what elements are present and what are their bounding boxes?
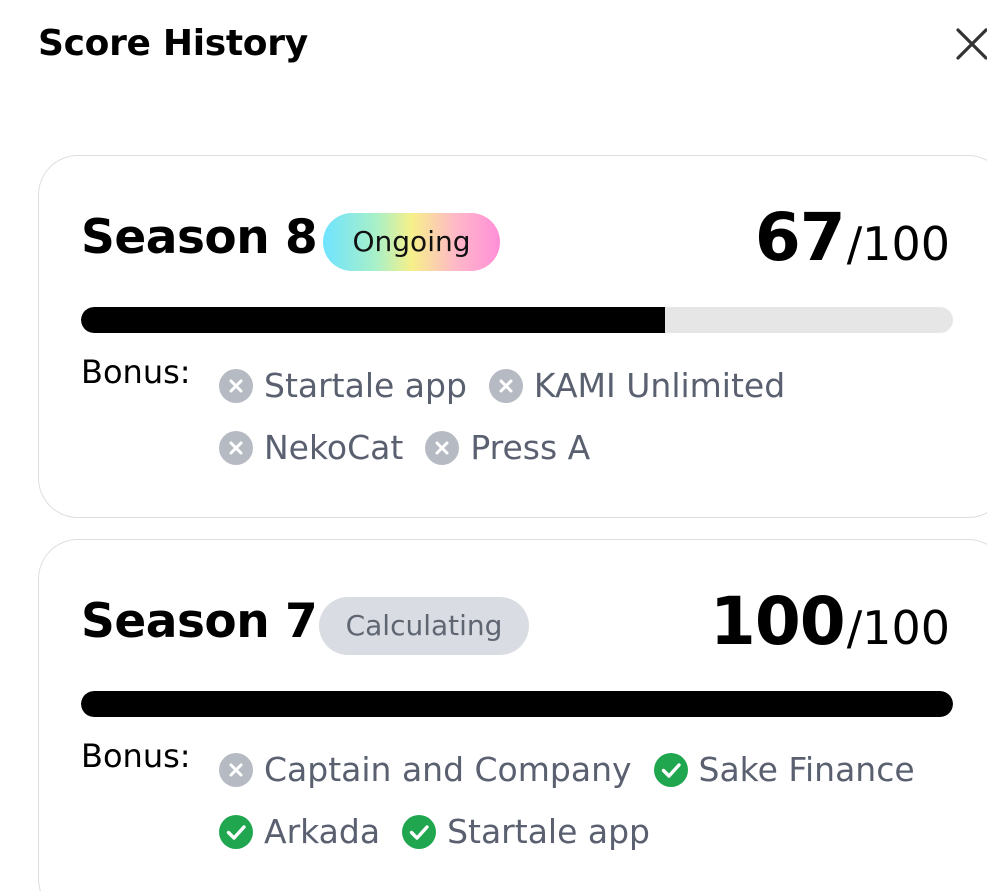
progress-bar [81,691,953,717]
score-history-panel: Score History Season 8 Ongoing 67/100 Bo… [0,0,987,891]
progress-fill [81,691,953,717]
bonus-list: Captain and Company Sake Finance Arkada Sta… [219,745,939,857]
season-card-7: Season 7 Calculating 100/100 Bonus: Capt… [38,539,987,891]
season-title: Season 8 [81,210,318,265]
page-title: Score History [38,23,308,64]
score-total: /100 [846,217,950,271]
bonus-item: Sake Finance [653,745,915,795]
close-icon [956,28,987,60]
bonus-name: Press A [470,428,591,467]
bonus-item: NekoCat [219,423,403,473]
season-title: Season 7 [81,594,318,649]
progress-fill [81,307,666,333]
close-button[interactable] [952,24,987,64]
bonus-name: Sake Finance [698,750,915,789]
check-circle-icon [219,815,253,849]
cross-circle-icon [219,431,253,465]
cross-circle-icon [219,753,253,787]
bonus-item: Captain and Company [219,745,632,795]
score-total: /100 [846,601,950,655]
check-circle-icon [402,815,437,849]
bonus-item: Press A [425,423,590,473]
bonus-item: Startale app [402,807,650,857]
status-badge-calculating: Calculating [319,597,529,655]
cross-circle-icon [488,369,523,403]
bonus-item: Arkada [219,807,380,857]
bonus-label: Bonus: [81,353,191,391]
season-score: 67/100 [755,196,950,286]
bonus-list: Startale app KAMI Unlimited NekoCat Press A [219,361,939,473]
bonus-name: NekoCat [264,428,404,467]
bonus-item: KAMI Unlimited [488,361,786,411]
bonus-name: KAMI Unlimited [533,366,786,405]
bonus-name: Startale app [264,366,467,405]
bonus-name: Arkada [264,812,381,851]
bonus-item: Startale app [219,361,467,411]
check-circle-icon [653,753,688,787]
score-value: 67 [754,199,846,276]
bonus-label: Bonus: [81,737,191,775]
score-value: 100 [709,583,846,660]
status-badge-ongoing: Ongoing [323,213,500,271]
season-score: 100/100 [710,580,950,670]
season-card-8: Season 8 Ongoing 67/100 Bonus: Startale … [38,155,987,518]
cross-circle-icon [425,431,460,465]
bonus-name: Startale app [447,812,650,851]
bonus-name: Captain and Company [264,750,632,789]
progress-bar [81,307,953,333]
cross-circle-icon [219,369,253,403]
